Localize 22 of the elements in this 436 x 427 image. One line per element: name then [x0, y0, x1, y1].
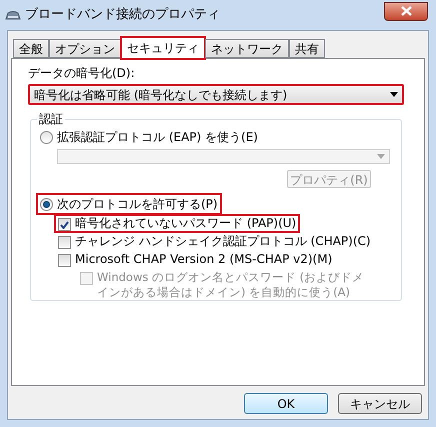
checkmark-icon [60, 220, 69, 228]
window-title: ブロードバンド接続のプロパティ [25, 6, 220, 24]
dropdown-arrow-icon [377, 154, 385, 159]
ok-button[interactable]: OK [244, 393, 328, 414]
close-button[interactable] [384, 2, 428, 20]
group-title: 認証 [37, 111, 65, 127]
tab[interactable]: 全般 [13, 39, 49, 58]
tab[interactable]: オプション [49, 39, 121, 58]
tab[interactable]: ネットワーク [205, 39, 289, 58]
dropdown-arrow-icon [390, 92, 398, 97]
checkbox-option[interactable]: Microsoft CHAP Version 2 (MS-CHAP v2)(M) [56, 252, 334, 267]
checkbox-option[interactable]: チャレンジ ハンドシェイク認証プロトコル (CHAP)(C) [56, 234, 373, 249]
encryption-dropdown[interactable]: 暗号化は省略可能 (暗号化なしでも接続します) [28, 84, 404, 105]
checkbox-option[interactable]: 暗号化されていないパスワード (PAP)(U) [56, 216, 298, 231]
radio-option[interactable]: 拡張認証プロトコル (EAP) を使う(E) [38, 128, 260, 146]
close-icon [400, 6, 412, 16]
cancel-button[interactable]: キャンセル [338, 393, 422, 414]
tab[interactable]: 共有 [289, 39, 325, 58]
field-label: データの暗号化(D): [28, 65, 135, 81]
network-icon [5, 10, 21, 20]
radio-option[interactable]: 次のプロトコルを許可する(P) [38, 195, 220, 213]
tab[interactable]: セキュリティ [121, 37, 205, 59]
